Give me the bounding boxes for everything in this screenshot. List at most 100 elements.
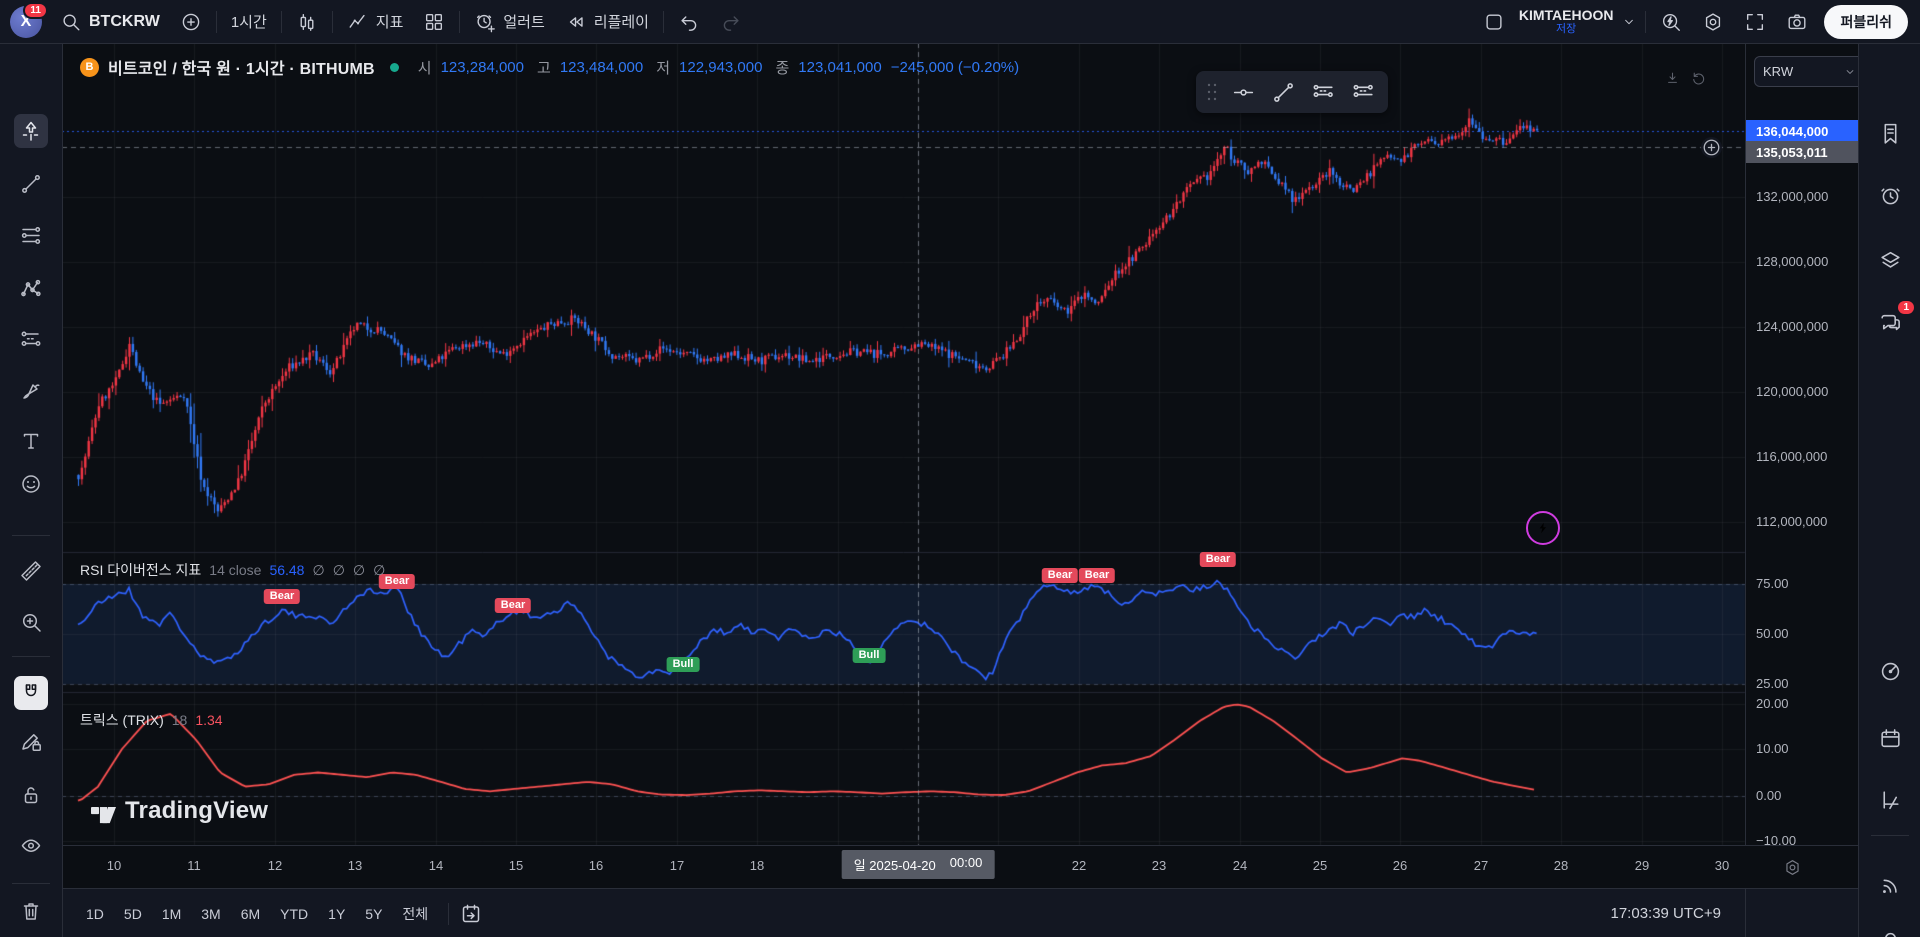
settings-button[interactable] bbox=[1692, 0, 1734, 43]
notification-count-badge: 11 bbox=[23, 2, 48, 19]
layout-grid-button[interactable] bbox=[413, 0, 455, 43]
horizontal-line-tool[interactable] bbox=[1224, 75, 1262, 109]
chart-type-button[interactable] bbox=[286, 0, 328, 43]
price-axis[interactable]: KRW 136,044,000 135,053,011 132,000,0001… bbox=[1745, 43, 1859, 845]
cursor-tool[interactable] bbox=[14, 114, 48, 148]
drawing-lock-tool[interactable] bbox=[14, 724, 48, 758]
time-axis[interactable]: 일 2025-04-20 00:00 101112131415161718222… bbox=[62, 845, 1745, 889]
watchlist[interactable] bbox=[1873, 116, 1907, 150]
scroll-to-recent-icon[interactable] bbox=[1664, 70, 1681, 87]
axis-tick-label: 116,000,000 bbox=[1756, 449, 1827, 464]
streams[interactable] bbox=[1873, 868, 1907, 902]
calendar[interactable] bbox=[1873, 721, 1907, 755]
range-5y[interactable]: 5Y bbox=[355, 900, 392, 928]
emoji-tool[interactable] bbox=[14, 467, 48, 501]
bull-marker: Bull bbox=[853, 648, 886, 663]
symbol-title: 비트코인 / 한국 원 · 1시간 · BITHUMB bbox=[108, 55, 375, 79]
interval-label: 1시간 bbox=[231, 11, 267, 32]
brush-tool[interactable] bbox=[14, 374, 48, 408]
notifications[interactable] bbox=[1873, 923, 1907, 937]
hide-all-tool[interactable] bbox=[14, 828, 48, 862]
projection-tool[interactable] bbox=[14, 322, 48, 356]
username: KIMTAEHOON bbox=[1519, 8, 1614, 23]
fib-retracement-tool[interactable] bbox=[14, 219, 48, 253]
bear-marker: Bear bbox=[264, 589, 300, 604]
range-전체[interactable]: 전체 bbox=[392, 898, 438, 930]
crosshair-price-label: 135,053,011 bbox=[1746, 141, 1859, 163]
account-menu[interactable]: KIMTAEHOON 저장 bbox=[1515, 8, 1618, 35]
time-tick-label: 30 bbox=[1715, 858, 1729, 873]
emoji-tool-icon bbox=[19, 472, 43, 496]
pattern-tool[interactable] bbox=[14, 272, 48, 306]
indicators-button[interactable]: 지표 bbox=[337, 0, 414, 43]
chevron-down-icon bbox=[1843, 65, 1857, 79]
rsi-status-icons: ∅∅∅∅ bbox=[312, 562, 386, 579]
publish-button[interactable]: 퍼블리쉬 bbox=[1824, 5, 1908, 39]
divider bbox=[12, 656, 50, 657]
range-6m[interactable]: 6M bbox=[231, 900, 270, 928]
axis-settings-gear-icon[interactable] bbox=[1783, 858, 1802, 877]
add-alert-plus-icon[interactable] bbox=[1701, 137, 1722, 158]
reset-view-icon[interactable] bbox=[1690, 70, 1707, 87]
compare-add-button[interactable] bbox=[170, 0, 212, 43]
range-5d[interactable]: 5D bbox=[114, 900, 152, 928]
rsi-null-icon: ∅ bbox=[373, 562, 386, 579]
range-3m[interactable]: 3M bbox=[191, 900, 230, 928]
rsi-pane-header[interactable]: RSI 다이버전스 지표 14 close 56.48 ∅∅∅∅ bbox=[80, 560, 386, 580]
object-tree[interactable] bbox=[1873, 243, 1907, 277]
redo-icon bbox=[720, 11, 742, 33]
alerts[interactable] bbox=[1873, 178, 1907, 212]
fullscreen-icon bbox=[1744, 11, 1766, 33]
grid-layout-icon bbox=[423, 11, 445, 33]
high-label: 고 bbox=[537, 57, 551, 78]
quick-search-button[interactable] bbox=[1650, 0, 1692, 43]
trend-line-tool[interactable] bbox=[14, 167, 48, 201]
remove-all-tool[interactable] bbox=[14, 894, 48, 928]
alert-button[interactable]: 얼러트 bbox=[464, 0, 554, 43]
cursor-tool-icon bbox=[19, 119, 43, 143]
account-chevron[interactable] bbox=[1617, 0, 1641, 43]
remove-all-tool-icon bbox=[19, 899, 43, 923]
magnet-tool[interactable] bbox=[14, 676, 48, 710]
short-position-tool-icon bbox=[1351, 80, 1376, 105]
user-avatar[interactable]: X 11 bbox=[10, 6, 42, 38]
undo-button[interactable] bbox=[668, 0, 710, 43]
range-1m[interactable]: 1M bbox=[152, 900, 191, 928]
fullscreen-button[interactable] bbox=[1734, 0, 1776, 43]
range-ytd[interactable]: YTD bbox=[270, 900, 318, 928]
divider bbox=[332, 11, 333, 33]
redo-button[interactable] bbox=[710, 0, 752, 43]
replay-button[interactable]: 리플레이 bbox=[555, 0, 659, 43]
bolt-search-icon bbox=[1660, 11, 1682, 33]
lock-all-tool[interactable] bbox=[14, 778, 48, 812]
axis-tick-label: 132,000,000 bbox=[1756, 189, 1828, 204]
snapshot-button[interactable] bbox=[1776, 0, 1818, 43]
chart-canvas[interactable] bbox=[0, 0, 1920, 937]
currency-dropdown[interactable]: KRW bbox=[1754, 56, 1866, 87]
pine-editor[interactable] bbox=[1873, 783, 1907, 817]
zoom-in-tool[interactable] bbox=[14, 605, 48, 639]
time-tick-label: 18 bbox=[750, 858, 764, 873]
go-to-date-icon[interactable] bbox=[459, 902, 483, 926]
close-label: 종 bbox=[775, 57, 789, 78]
ruler-tool[interactable] bbox=[14, 554, 48, 588]
trix-pane-header[interactable]: 트릭스 (TRIX) 18 1.34 bbox=[80, 710, 223, 730]
range-1d[interactable]: 1D bbox=[76, 900, 114, 928]
short-position-tool[interactable] bbox=[1344, 75, 1382, 109]
chat[interactable]: 1 bbox=[1873, 306, 1907, 340]
indicators-icon bbox=[347, 11, 369, 33]
time-tick-label: 10 bbox=[107, 858, 121, 873]
save-layout-button[interactable] bbox=[1473, 0, 1515, 43]
symbol-search-button[interactable]: BTCKRW bbox=[50, 0, 170, 43]
trend-line-tool[interactable] bbox=[1264, 75, 1302, 109]
bear-marker: Bear bbox=[1200, 552, 1236, 567]
supercharts-bolt-button[interactable] bbox=[1526, 511, 1560, 545]
clock-timezone[interactable]: 17:03:39 UTC+9 bbox=[1611, 905, 1722, 922]
hotlists[interactable] bbox=[1873, 654, 1907, 688]
interval-button[interactable]: 1시간 bbox=[221, 0, 277, 43]
symbol-legend[interactable]: B 비트코인 / 한국 원 · 1시간 · BITHUMB 시 123,284,… bbox=[80, 55, 1019, 79]
drag-handle[interactable] bbox=[1202, 77, 1222, 107]
range-1y[interactable]: 1Y bbox=[318, 900, 355, 928]
text-tool[interactable] bbox=[14, 424, 48, 458]
long-position-tool[interactable] bbox=[1304, 75, 1342, 109]
